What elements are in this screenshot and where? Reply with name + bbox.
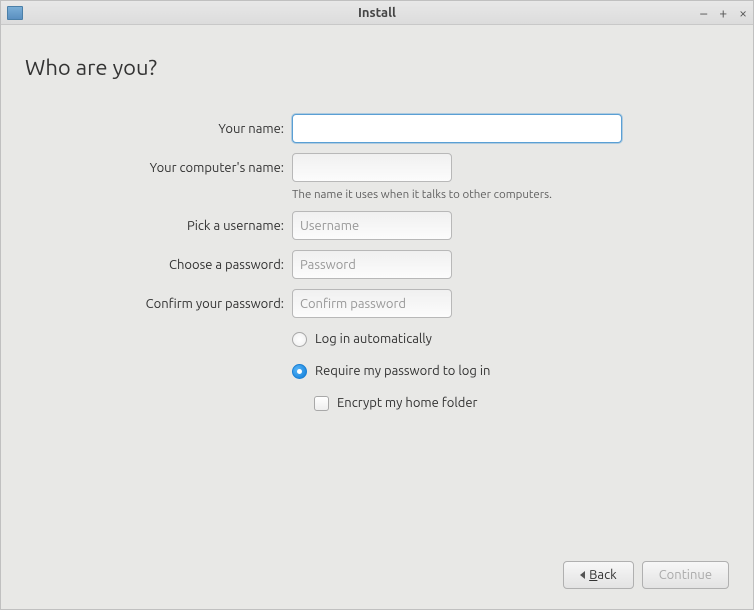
window-title: Install: [1, 6, 753, 20]
user-form: Your name: Your computer's name: The nam…: [25, 114, 729, 414]
maximize-icon[interactable]: +: [719, 6, 727, 20]
confirm-password-input[interactable]: [292, 289, 452, 318]
app-icon: [7, 6, 23, 20]
name-input[interactable]: [292, 114, 622, 143]
install-window: Install – + × Who are you? Your name: Yo…: [0, 0, 754, 610]
username-input[interactable]: [292, 211, 452, 240]
password-label: Choose a password:: [25, 258, 292, 272]
page-title: Who are you?: [25, 55, 729, 80]
titlebar[interactable]: Install – + ×: [1, 1, 753, 25]
auto-login-label: Log in automatically: [315, 332, 432, 346]
require-password-option[interactable]: Require my password to log in: [292, 360, 729, 382]
name-label: Your name:: [25, 122, 292, 136]
back-button[interactable]: Back: [563, 561, 634, 589]
radio-icon[interactable]: [292, 364, 307, 379]
close-icon[interactable]: ×: [739, 6, 747, 20]
chevron-left-icon: [580, 571, 585, 579]
computer-name-input[interactable]: [292, 153, 452, 182]
computer-label: Your computer's name:: [25, 161, 292, 175]
continue-button-label: Continue: [659, 568, 712, 582]
radio-icon[interactable]: [292, 332, 307, 347]
encrypt-home-option[interactable]: Encrypt my home folder: [314, 392, 729, 414]
confirm-label: Confirm your password:: [25, 297, 292, 311]
footer-buttons: Back Continue: [25, 541, 729, 589]
computer-hint: The name it uses when it talks to other …: [292, 188, 729, 201]
continue-button[interactable]: Continue: [642, 561, 729, 589]
auto-login-option[interactable]: Log in automatically: [292, 328, 729, 350]
encrypt-home-label: Encrypt my home folder: [337, 396, 477, 410]
checkbox-icon[interactable]: [314, 396, 329, 411]
content-area: Who are you? Your name: Your computer's …: [1, 25, 753, 609]
window-controls: – + ×: [700, 6, 747, 20]
password-input[interactable]: [292, 250, 452, 279]
require-password-label: Require my password to log in: [315, 364, 490, 378]
back-button-label: Back: [589, 568, 617, 582]
minimize-icon[interactable]: –: [700, 6, 707, 20]
username-label: Pick a username:: [25, 219, 292, 233]
